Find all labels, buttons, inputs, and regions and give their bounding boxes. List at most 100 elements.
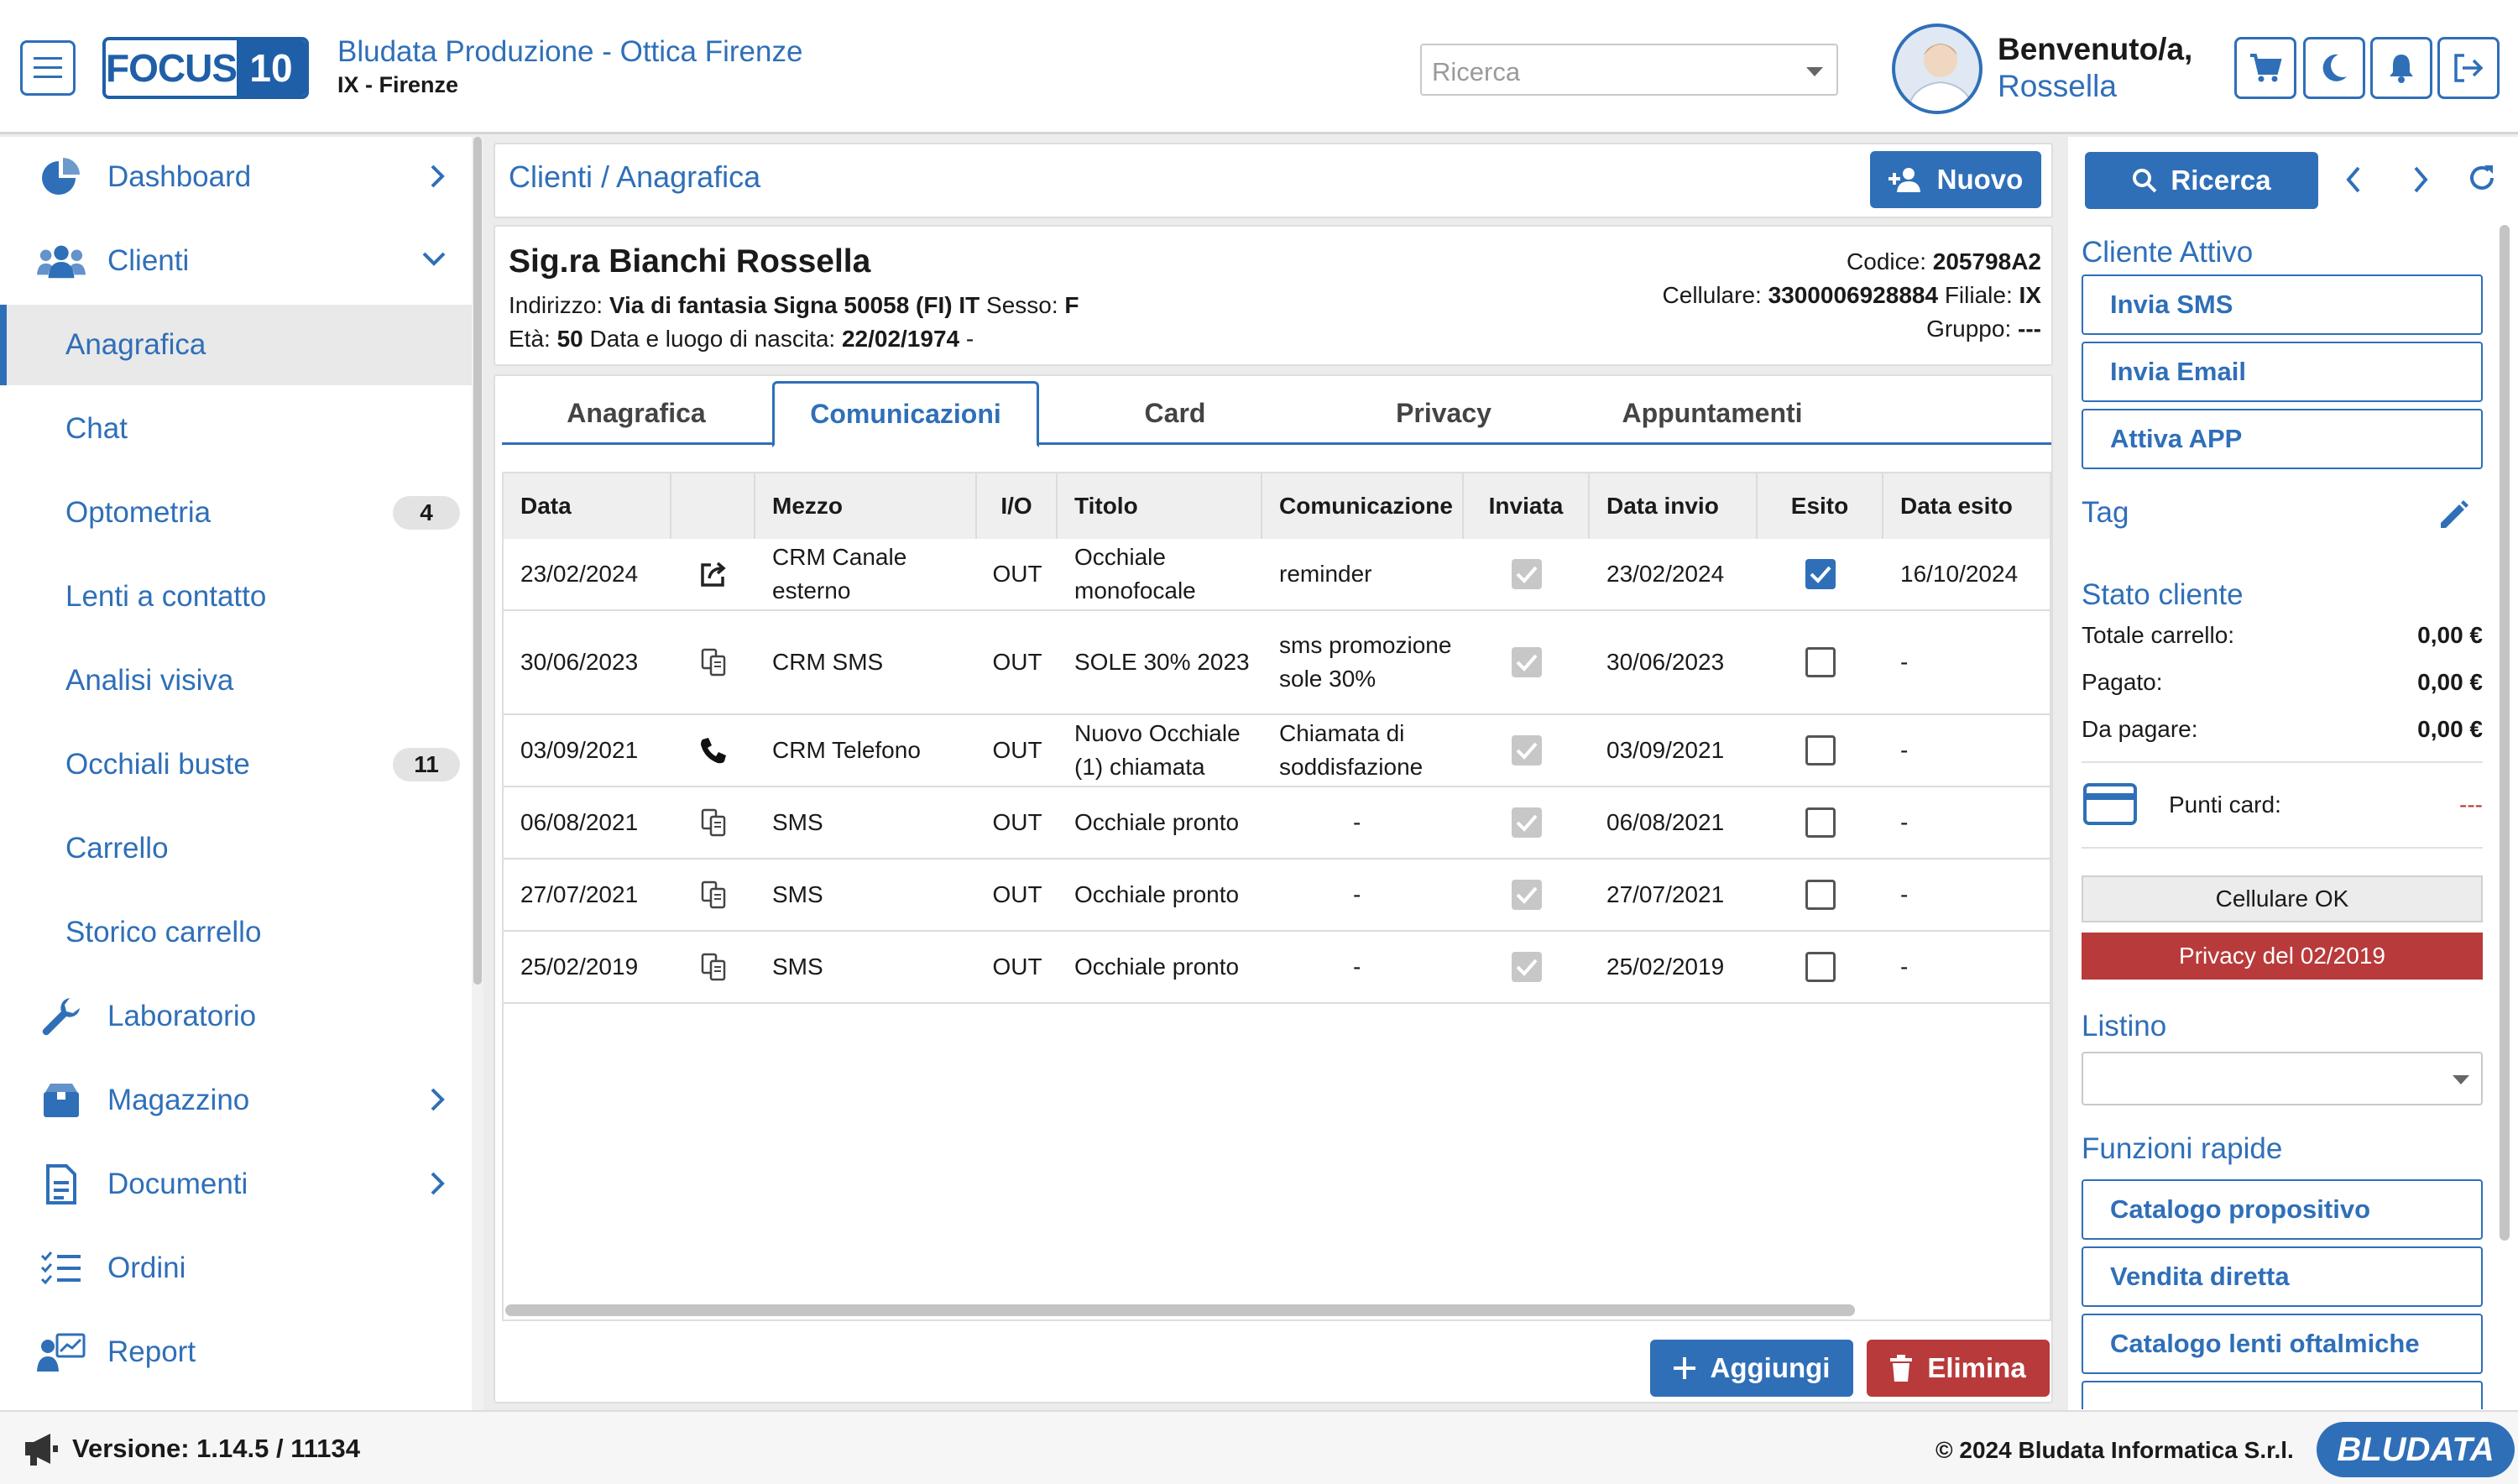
send-sms-button[interactable]: Invia SMS [2082, 274, 2483, 335]
col-inviata[interactable]: Inviata [1464, 473, 1590, 539]
edit-icon[interactable] [2437, 499, 2469, 531]
refresh-icon[interactable] [2466, 162, 2498, 194]
outcome-checkbox[interactable] [1805, 735, 1836, 766]
privacy-status-badge: Privacy del 02/2019 [2082, 933, 2483, 980]
share-icon [671, 539, 755, 609]
ophthalmic-lens-catalog-button[interactable]: Catalogo lenti oftalmiche [2082, 1314, 2483, 1374]
outcome-checkbox[interactable] [1805, 559, 1836, 589]
avatar[interactable] [1892, 24, 1983, 114]
sidebar-item-label: Laboratorio [107, 1000, 257, 1032]
chevron-right-icon [431, 1172, 445, 1195]
direct-sale-button[interactable]: Vendita diretta [2082, 1246, 2483, 1307]
col-esito[interactable]: Esito [1758, 473, 1883, 539]
cell-inviata [1464, 860, 1590, 930]
col-icon[interactable] [671, 473, 755, 539]
col-io[interactable]: I/O [977, 473, 1058, 539]
cart-button[interactable] [2234, 37, 2296, 99]
col-mezzo[interactable]: Mezzo [755, 473, 977, 539]
dark-mode-button[interactable] [2303, 37, 2365, 99]
sidebar-item-optometria[interactable]: Optometria 4 [0, 473, 472, 553]
col-titolo[interactable]: Titolo [1058, 473, 1262, 539]
tab-appuntamenti[interactable]: Appuntamenti [1578, 381, 1847, 445]
sidebar-item-ordini[interactable]: Ordini [0, 1228, 472, 1309]
sidebar-item-chat[interactable]: Chat [0, 389, 472, 469]
plus-icon [1673, 1357, 1695, 1379]
add-button[interactable]: Aggiungi [1650, 1340, 1853, 1397]
tab-card[interactable]: Card [1041, 381, 1309, 445]
sidebar-scrollbar[interactable] [472, 137, 483, 1410]
outcome-checkbox[interactable] [1805, 952, 1836, 982]
paid-value: 0,00 € [2417, 669, 2483, 695]
phone-line: Cellulare: 3300006928884 Filiale: IX [1663, 282, 2041, 309]
sidebar-item-carrello[interactable]: Carrello [0, 808, 472, 889]
sidebar-item-report[interactable]: Report [0, 1312, 472, 1393]
sidebar-item-documenti[interactable]: Documenti [0, 1144, 472, 1225]
sidebar-item-clienti[interactable]: Clienti [0, 221, 472, 301]
cell-comunicazione: sms promozione sole 30% [1279, 632, 1452, 692]
outcome-checkbox[interactable] [1805, 880, 1836, 910]
tab-anagrafica[interactable]: Anagrafica [502, 381, 771, 445]
col-data-invio[interactable]: Data invio [1590, 473, 1758, 539]
sidebar-item-anagrafica[interactable]: Anagrafica [0, 305, 472, 385]
new-client-button[interactable]: Nuovo [1870, 151, 2041, 208]
cell-io: OUT [992, 649, 1042, 675]
delete-button[interactable]: Elimina [1867, 1340, 2050, 1397]
logout-button[interactable] [2437, 37, 2500, 99]
address-label: Indirizzo: [509, 292, 603, 318]
global-search-select[interactable]: Ricerca [1420, 44, 1838, 96]
tab-comunicazioni[interactable]: Comunicazioni [772, 381, 1039, 447]
tab-privacy[interactable]: Privacy [1309, 381, 1578, 445]
sidebar-item-analisi-visiva[interactable]: Analisi visiva [0, 640, 472, 721]
scrollbar-thumb[interactable] [473, 137, 482, 985]
table-row[interactable]: 23/02/2024 CRM Canale esterno OUT Occhiale … [504, 539, 2050, 611]
next-quick-function-button[interactable] [2082, 1381, 2483, 1409]
outcome-checkbox[interactable] [1805, 807, 1836, 838]
cell-mezzo: CRM Telefono [772, 737, 921, 763]
menu-button[interactable] [20, 40, 76, 96]
cell-data_invio: 06/08/2021 [1606, 809, 1725, 835]
sex-value: F [1064, 292, 1079, 318]
megaphone-icon[interactable] [24, 1432, 59, 1466]
active-client-title: Cliente Attivo [2082, 236, 2254, 269]
cell-data_esito: - [1900, 737, 1909, 763]
table-row[interactable]: 27/07/2021 SMS OUT Occhiale pronto - 27/07/20… [504, 860, 2050, 932]
table-row[interactable]: 06/08/2021 SMS OUT Occhiale pronto - 06/08/20… [504, 787, 2050, 860]
right-panel-scrollbar[interactable] [2500, 225, 2510, 1241]
right-search-button[interactable]: Ricerca [2085, 152, 2318, 209]
sidebar-item-lenti-a-contatto[interactable]: Lenti a contatto [0, 556, 472, 637]
user-name: Rossella [1998, 69, 2117, 103]
sidebar-item-dashboard[interactable]: Dashboard [0, 137, 472, 217]
sidebar-item-storico-carrello[interactable]: Storico carrello [0, 892, 472, 973]
cell-status-badge: Cellulare OK [2082, 875, 2483, 922]
send-email-button[interactable]: Invia Email [2082, 342, 2483, 402]
sidebar-item-laboratorio[interactable]: Laboratorio [0, 976, 472, 1057]
credit-card-icon [2083, 783, 2137, 825]
table-row[interactable]: 25/02/2019 SMS OUT Occhiale pronto - 25/02/20… [504, 932, 2050, 1004]
breadcrumb: Clienti / Anagrafica [509, 159, 761, 194]
activate-app-button[interactable]: Attiva APP [2082, 409, 2483, 469]
sidebar-item-magazzino[interactable]: Magazzino [0, 1060, 472, 1141]
col-comunicazione[interactable]: Comunicazione [1262, 473, 1464, 539]
chevron-left-icon[interactable] [2345, 165, 2362, 194]
horizontal-scrollbar[interactable] [505, 1304, 1855, 1316]
cell-titolo: Occhiale monofocale [1074, 544, 1196, 604]
chevron-right-icon[interactable] [2412, 165, 2429, 194]
table-row[interactable]: 30/06/2023 CRM SMS OUT SOLE 30% 2023 sms pro… [504, 611, 2050, 715]
col-data[interactable]: Data [504, 473, 671, 539]
col-data-esito[interactable]: Data esito [1883, 473, 2050, 539]
sidebar-item-label: Ordini [107, 1251, 186, 1284]
chevron-down-icon [2453, 1075, 2469, 1084]
cart-total-value: 0,00 € [2417, 622, 2483, 648]
cell-io: OUT [992, 881, 1042, 907]
cell-data_esito: 16/10/2024 [1900, 561, 2019, 587]
catalog-propositivo-button[interactable]: Catalogo propositivo [2082, 1179, 2483, 1240]
notifications-button[interactable] [2370, 37, 2432, 99]
sidebar-item-occhiali-buste[interactable]: Occhiali buste 11 [0, 724, 472, 805]
cell-titolo: Nuovo Occhiale (1) chiamata [1074, 720, 1241, 780]
outcome-checkbox[interactable] [1805, 647, 1836, 677]
focus10-logo[interactable]: FOCUS 10 [102, 37, 309, 99]
pricelist-select[interactable] [2082, 1052, 2483, 1105]
phone-icon [671, 715, 755, 786]
table-row[interactable]: 03/09/2021 CRM Telefono OUT Nuovo Occhiale … [504, 715, 2050, 787]
document-icon [37, 1164, 86, 1204]
